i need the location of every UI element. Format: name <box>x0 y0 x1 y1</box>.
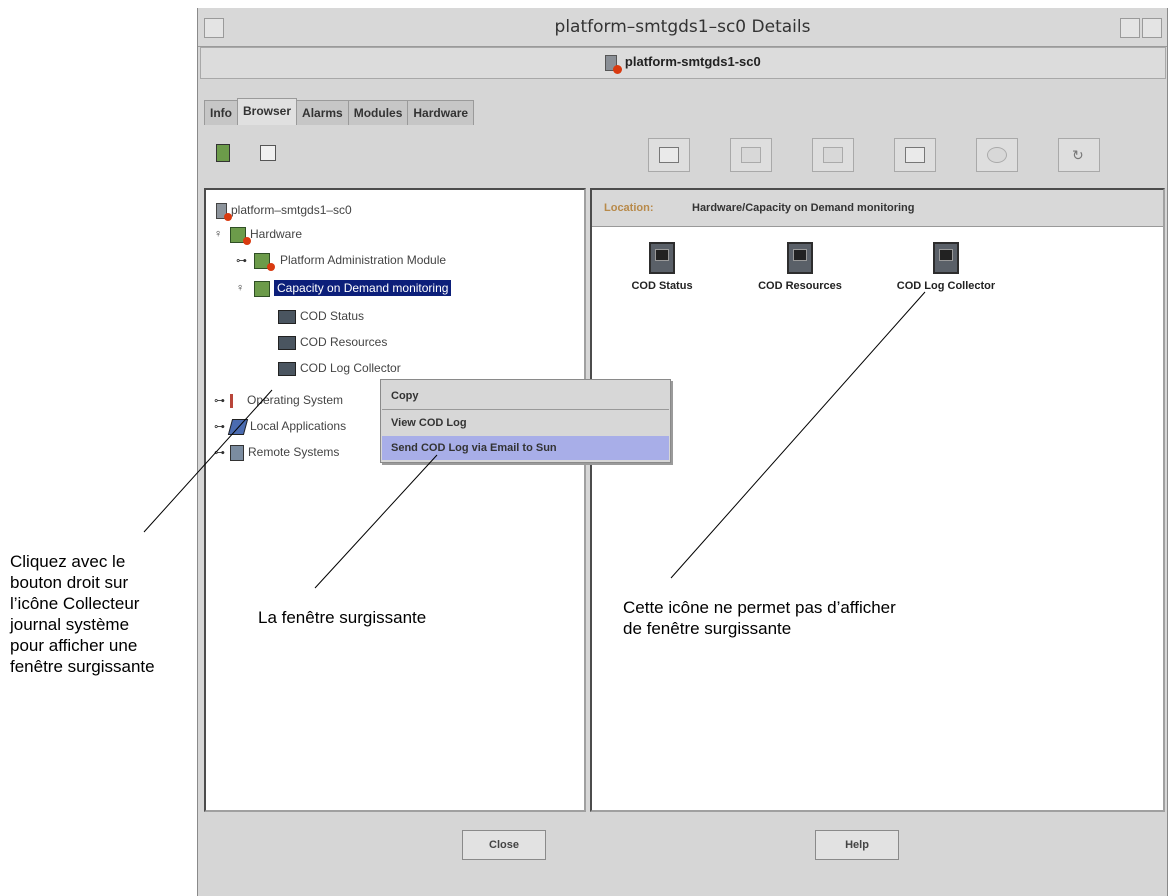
callout-line-no-popup <box>670 291 926 579</box>
callout-line: Cette icône ne permet pas d’afficher <box>623 598 896 617</box>
callout-line: journal système <box>10 615 130 634</box>
callout-right-click: Cliquez avec le bouton droit sur l’icône… <box>10 551 155 677</box>
callout-line: fenêtre surgissante <box>10 657 155 676</box>
callout-line: pour afficher une <box>10 636 138 655</box>
callout-line: bouton droit sur <box>10 573 129 592</box>
callout-lines <box>143 291 926 589</box>
callout-popup: La fenêtre surgissante <box>258 608 427 627</box>
callout-no-popup: Cette icône ne permet pas d’afficher de … <box>623 597 896 639</box>
callout-line: l’icône Collecteur <box>10 594 140 613</box>
callout-line: de fenêtre surgissante <box>623 619 792 638</box>
callout-line-popup <box>314 454 438 589</box>
callout-line-right-click <box>143 389 273 533</box>
callout-line: Cliquez avec le <box>10 552 126 571</box>
